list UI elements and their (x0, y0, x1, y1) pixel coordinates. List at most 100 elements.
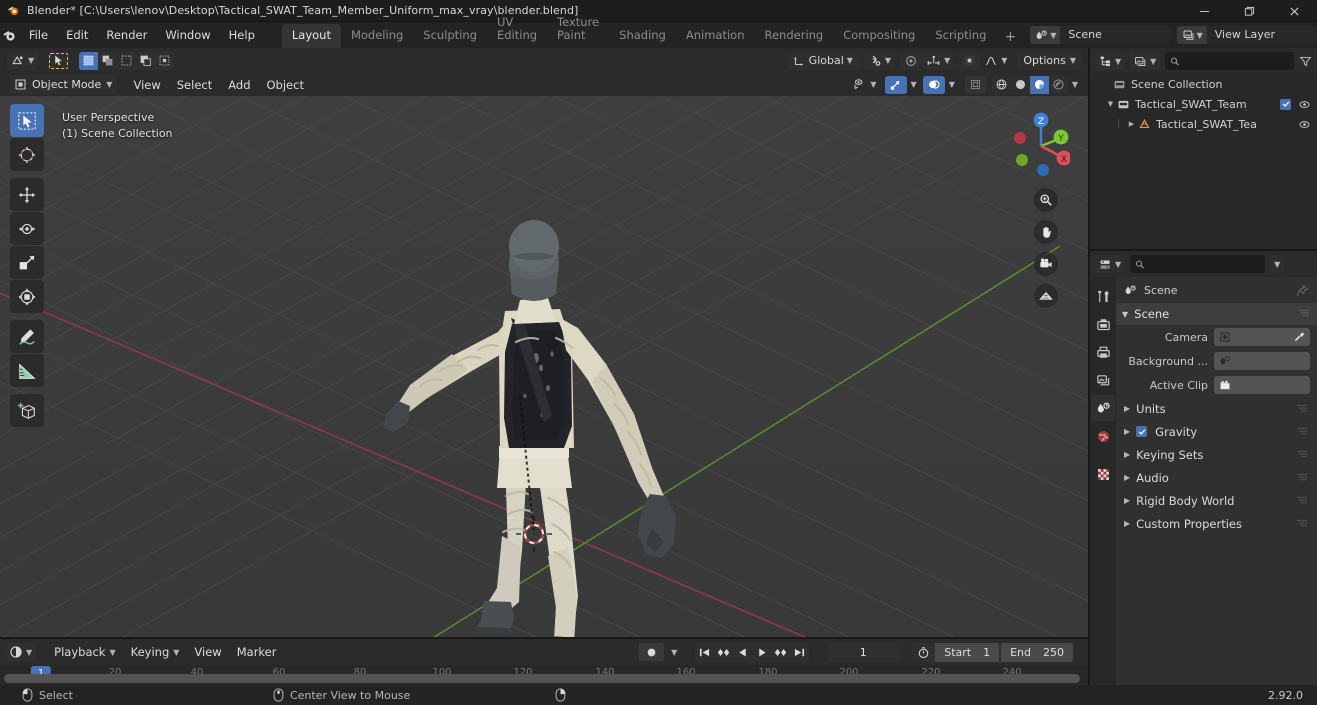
tool-add-cube[interactable] (10, 394, 44, 427)
panel-audio[interactable]: ▶ Audio (1116, 466, 1317, 489)
scene-browse-button[interactable]: ▼ (1030, 26, 1061, 44)
overlays-dropdown[interactable]: ▼ (945, 76, 959, 94)
auto-keying-button[interactable] (639, 643, 665, 661)
active-clip-field[interactable] (1214, 376, 1310, 394)
expander-open-icon[interactable]: ▼ (1104, 100, 1117, 108)
play-button[interactable] (752, 643, 771, 662)
properties-editor-type-button[interactable]: ▼ (1095, 255, 1126, 273)
panel-gravity[interactable]: ▶ Gravity (1116, 420, 1317, 443)
menu-edit[interactable]: Edit (57, 25, 97, 45)
add-workspace-button[interactable]: + (996, 27, 1024, 48)
properties-search-box[interactable] (1130, 255, 1266, 273)
shading-material-preview-icon[interactable] (1029, 75, 1049, 94)
view-layer-name[interactable]: View Layer (1206, 26, 1317, 44)
shading-dropdown[interactable]: ▼ (1068, 76, 1082, 94)
tab-tool[interactable] (1091, 283, 1115, 309)
panel-rigid-body-world[interactable]: ▶ Rigid Body World (1116, 489, 1317, 512)
timeline-track[interactable]: 20 40 60 80 100 120 140 160 180 200 220 … (0, 665, 1088, 685)
shading-solid-icon[interactable] (1010, 75, 1030, 94)
viewport-menu-add[interactable]: Add (220, 76, 258, 94)
jump-to-prev-keyframe-button[interactable] (714, 643, 733, 662)
play-reverse-button[interactable] (733, 643, 752, 662)
outliner-row-collection[interactable]: ▼ Tactical_SWAT_Team_Me (1090, 94, 1317, 114)
gravity-checkbox[interactable] (1136, 426, 1148, 437)
zoom-icon[interactable] (1034, 188, 1058, 212)
tool-move[interactable] (10, 178, 44, 211)
timeline-menu-playback[interactable]: Playback ▼ (48, 643, 121, 661)
properties-options-dropdown[interactable]: ▼ (1270, 255, 1285, 273)
falloff-curve-button[interactable]: ▼ (980, 52, 1011, 70)
grid-icon[interactable] (1034, 284, 1058, 308)
scene-name[interactable]: Scene (1060, 26, 1171, 44)
transform-orientation-button[interactable]: Global ▼ (786, 51, 859, 70)
visibility-button[interactable]: ▼ (848, 76, 880, 94)
select-subtract-icon[interactable] (117, 51, 137, 70)
outliner-row-object[interactable]: │ ▶ Tactical_SWAT_Team (1090, 114, 1317, 134)
gizmo-toggle-button[interactable] (884, 75, 907, 94)
proportional-toggle-button[interactable] (959, 51, 981, 70)
viewport-menu-view[interactable]: View (125, 76, 168, 94)
tool-transform[interactable] (10, 280, 44, 313)
tool-select-box-header[interactable] (48, 51, 70, 70)
outliner-row-scene-collection[interactable]: Scene Collection (1090, 74, 1317, 94)
outliner-search-box[interactable] (1165, 52, 1294, 70)
proportional-falloff-button[interactable]: ▼ (922, 51, 955, 70)
shading-wireframe-icon[interactable] (991, 75, 1011, 94)
viewport-canvas[interactable] (0, 96, 1088, 637)
menu-window[interactable]: Window (156, 25, 219, 45)
snapping-button[interactable]: ▼ (863, 51, 896, 70)
start-frame-field[interactable]: Start 1 (935, 642, 1000, 662)
properties-search-input[interactable] (1148, 257, 1261, 271)
panel-custom-properties[interactable]: ▶ Custom Properties (1116, 512, 1317, 535)
tab-sculpting[interactable]: Sculpting (413, 24, 487, 48)
pin-icon[interactable] (1296, 284, 1309, 297)
outliner-editor-type-button[interactable]: ▼ (1095, 52, 1126, 70)
tool-cursor[interactable] (10, 138, 44, 171)
viewport-menu-object[interactable]: Object (259, 76, 312, 94)
eye-icon[interactable] (1298, 118, 1311, 131)
tab-render[interactable] (1091, 311, 1115, 337)
tab-compositing[interactable]: Compositing (833, 24, 925, 48)
select-extend-icon[interactable] (98, 51, 118, 70)
eyedropper-icon[interactable] (1292, 330, 1306, 344)
menu-render[interactable]: Render (97, 25, 156, 45)
tab-world[interactable] (1091, 423, 1115, 449)
minimize-button[interactable] (1182, 0, 1227, 22)
timeline-editor[interactable]: ▼ Playback ▼ Keying ▼ View Marker ▼ 1 St… (0, 639, 1088, 685)
shading-rendered-icon[interactable] (1048, 75, 1068, 94)
navigation-gizmo[interactable]: Z Y X (996, 102, 1072, 176)
tab-shading[interactable]: Shading (609, 24, 676, 48)
tab-scene[interactable] (1091, 395, 1115, 421)
tab-modeling[interactable]: Modeling (341, 24, 413, 48)
auto-keying-dropdown[interactable]: ▼ (667, 643, 681, 661)
properties-editor[interactable]: ▼ ▼ Scene ▼ Scene Camera Background ... … (1090, 251, 1317, 685)
timeline-editor-type-button[interactable]: ▼ (5, 643, 37, 661)
timeline-horizontal-scrollbar[interactable] (4, 674, 1080, 683)
tool-scale[interactable] (10, 246, 44, 279)
tab-texture[interactable] (1091, 461, 1115, 487)
select-difference-icon[interactable] (136, 51, 156, 70)
end-frame-field[interactable]: End 250 (1001, 642, 1073, 662)
tab-texture-paint[interactable]: Texture Paint (547, 11, 609, 48)
viewport-menu-select[interactable]: Select (169, 76, 220, 94)
current-frame-field[interactable]: 1 (827, 642, 900, 662)
outliner-filter-icon[interactable] (1299, 55, 1312, 68)
view-layer-browse-button[interactable]: ▼ (1176, 26, 1207, 44)
editor-type-button[interactable]: ▼ (7, 51, 39, 70)
hand-icon[interactable] (1034, 220, 1058, 244)
3d-viewport[interactable]: ▼ Global ▼ ▼ ▼ ▼ Options ▼ Object Mode ▼… (0, 48, 1088, 637)
options-button[interactable]: Options ▼ (1017, 51, 1082, 70)
tool-measure[interactable] (10, 354, 44, 387)
outliner-search-input[interactable] (1184, 54, 1289, 68)
tab-animation[interactable]: Animation (676, 24, 755, 48)
menu-file[interactable]: File (20, 25, 57, 45)
tab-view-layer[interactable] (1091, 367, 1115, 393)
collection-checkbox[interactable] (1280, 98, 1291, 110)
select-intersect-icon[interactable] (155, 51, 175, 70)
background-scene-field[interactable] (1214, 352, 1310, 370)
blender-menu-icon[interactable] (0, 28, 20, 43)
xray-toggle-button[interactable] (964, 75, 986, 94)
jump-to-next-keyframe-button[interactable] (771, 643, 790, 662)
jump-to-start-button[interactable] (695, 643, 714, 662)
timeline-menu-view[interactable]: View (188, 643, 227, 661)
